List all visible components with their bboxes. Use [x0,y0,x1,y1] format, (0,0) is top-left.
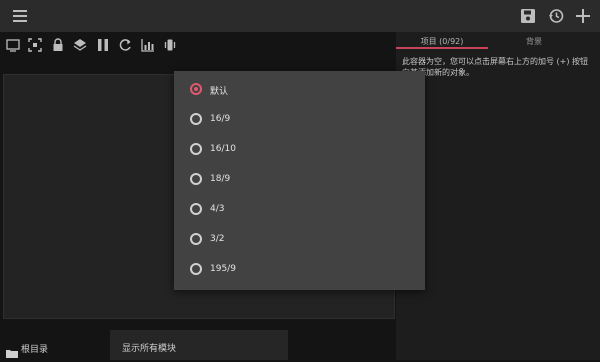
option-label: 16/10 [210,144,236,154]
radio-icon[interactable] [190,233,202,245]
radio-icon[interactable] [190,203,202,215]
active-tab-indicator [396,47,488,49]
radio-icon[interactable] [190,263,202,275]
tab-background[interactable]: 背景 [498,36,570,47]
option-16-9[interactable]: 16/9 [174,106,425,136]
save-icon[interactable] [520,8,536,24]
root-directory-label[interactable]: 根目录 [21,342,48,355]
empty-container-message: 此容器为空，您可以点击屏幕右上方的加号 (+) 按钮向其添加新的对象。 [402,57,589,77]
radio-icon[interactable] [190,113,202,125]
option-label: 默认 [210,87,229,97]
option-4-3[interactable]: 4/3 [174,196,425,226]
fit-icon[interactable] [28,37,42,52]
option-label: 18/9 [210,174,231,184]
rotate-icon[interactable] [118,37,132,51]
radio-icon[interactable] [190,143,202,155]
add-icon[interactable] [574,7,592,25]
radio-icon[interactable] [190,173,202,185]
right-panel: 项目 (0/92) 背景 此容器为空，您可以点击屏幕右上方的加号 (+) 按钮向… [396,32,600,360]
option-195-9[interactable]: 195/9 [174,256,425,286]
tab-items[interactable]: 项目 (0/92) [396,36,488,47]
radio-selected-icon[interactable] [190,83,202,95]
aspect-ratio-dialog: 默认 16/9 16/10 18/9 4/3 3/2 195/9 [174,71,425,290]
show-modules-button[interactable]: 显示所有模块 [110,330,288,360]
option-label: 16/9 [210,114,231,124]
vibrate-icon[interactable] [163,37,177,51]
editor-toolbar [0,32,396,58]
option-16-10[interactable]: 16/10 [174,136,425,166]
pause-icon[interactable] [96,37,110,51]
option-default[interactable]: 默认 [174,76,425,106]
option-label: 195/9 [210,264,236,274]
layers-icon[interactable] [73,37,87,51]
history-icon[interactable] [548,8,564,24]
option-label: 4/3 [210,204,225,214]
show-modules-label: 显示所有模块 [122,344,177,354]
menu-icon[interactable] [13,10,27,22]
option-18-9[interactable]: 18/9 [174,166,425,196]
lock-icon[interactable] [51,37,65,51]
chart-icon[interactable] [141,37,155,52]
option-3-2[interactable]: 3/2 [174,226,425,256]
top-app-bar [0,0,600,32]
preview-icon[interactable] [6,37,20,52]
folder-icon [6,343,18,358]
option-label: 3/2 [210,234,225,244]
